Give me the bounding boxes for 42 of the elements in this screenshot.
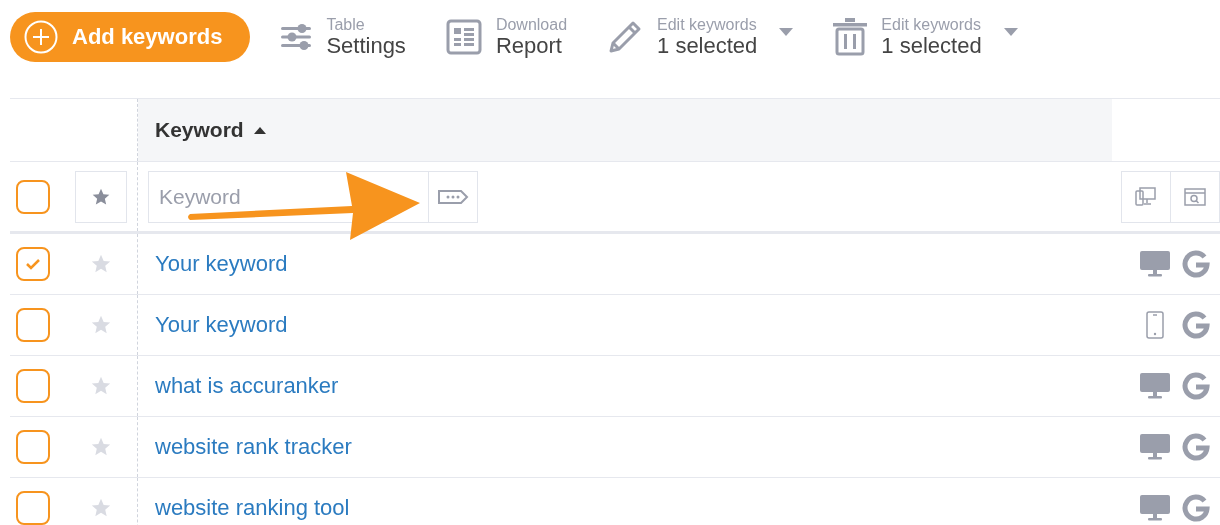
checkbox[interactable] <box>15 179 50 214</box>
checkbox[interactable] <box>15 308 50 342</box>
search-engine-icon <box>1182 433 1210 461</box>
toolbar-button[interactable]: Edit keywords 1 selected <box>607 16 794 58</box>
sort-caret-icon[interactable] <box>253 126 266 134</box>
keyword-link[interactable]: website rank tracker <box>155 434 352 460</box>
checkbox[interactable] <box>15 491 50 525</box>
column-header[interactable]: Keyword <box>138 99 1112 161</box>
keyword-link[interactable]: Your keyword <box>155 312 288 338</box>
browser-search-icon <box>1184 187 1206 206</box>
keyword-link[interactable]: what is accuranker <box>155 373 339 399</box>
star-icon[interactable] <box>90 253 112 275</box>
keyword-link[interactable]: website ranking tool <box>155 495 350 521</box>
tag-icon <box>437 188 469 205</box>
caret-icon[interactable] <box>779 28 794 36</box>
checkbox[interactable] <box>15 369 50 403</box>
toolbar-button[interactable]: Download Report <box>445 16 568 58</box>
star-icon[interactable] <box>90 314 112 336</box>
report-icon <box>445 19 482 55</box>
checkbox[interactable] <box>15 430 50 464</box>
keyword-link[interactable]: Your keyword <box>155 251 288 277</box>
star-icon[interactable] <box>90 497 112 519</box>
trash-icon <box>833 18 868 56</box>
search-engine-filter-button[interactable] <box>1170 170 1220 223</box>
caret-icon[interactable] <box>1003 28 1018 36</box>
toolbar-button[interactable]: Table Settings <box>280 16 406 58</box>
add-keywords-button[interactable]: Add keywords <box>10 12 251 62</box>
search-engine-icon <box>1182 494 1210 522</box>
checkmark-icon <box>24 258 41 270</box>
search-engine-icon <box>1182 250 1210 278</box>
checkbox[interactable] <box>15 247 50 281</box>
device-filter-button[interactable] <box>1121 170 1171 223</box>
toolbar-button[interactable]: Edit keywords 1 selected <box>833 16 1018 58</box>
devices-icon <box>1135 186 1157 207</box>
star-icon[interactable] <box>90 436 112 458</box>
star-icon[interactable] <box>90 375 112 397</box>
search-engine-icon <box>1182 311 1210 339</box>
tag-filter-button[interactable] <box>428 170 478 223</box>
sliders-icon <box>280 24 313 50</box>
star-filter-button[interactable] <box>75 170 127 223</box>
search-engine-icon <box>1182 372 1210 400</box>
plus-circle-icon <box>24 20 58 54</box>
